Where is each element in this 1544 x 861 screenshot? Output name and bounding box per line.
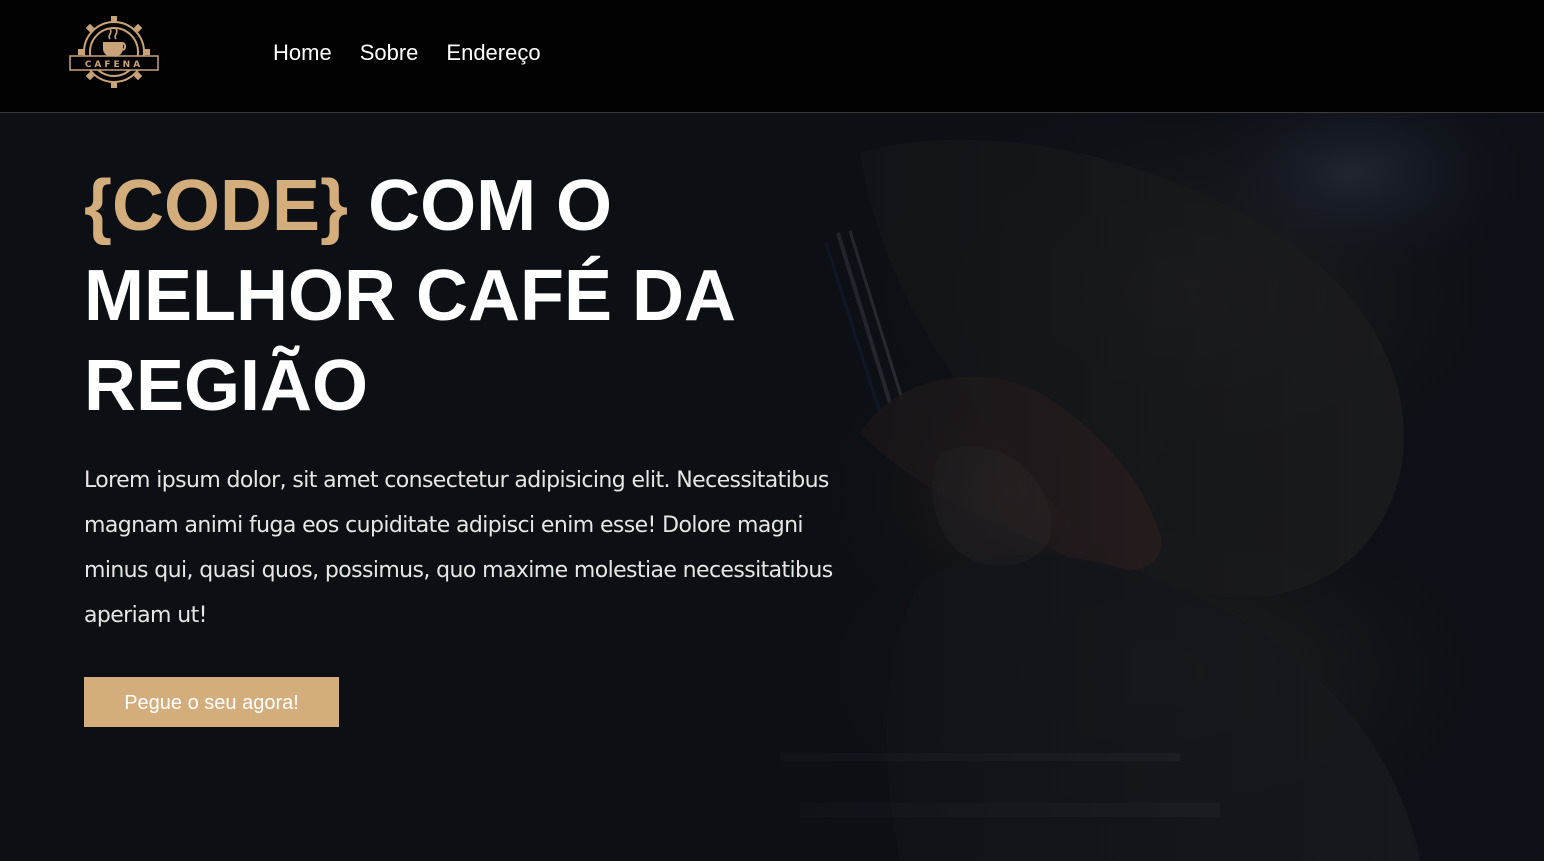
nav-sobre-link[interactable]: Sobre [360,38,419,68]
page: CAFENA Home Sobre Endereço {CODE} COM O … [0,0,1544,861]
site-header: CAFENA Home Sobre Endereço [0,0,1544,113]
hero-title: {CODE} COM O MELHOR CAFÉ DA REGIÃO [84,161,904,431]
cafena-logo[interactable]: CAFENA [66,12,162,92]
cta-button[interactable]: Pegue o seu agora! [84,677,339,727]
svg-text:CAFENA: CAFENA [85,60,143,70]
main-nav: Home Sobre Endereço [273,38,541,68]
coffee-gear-icon: CAFENA [69,16,159,88]
hero-title-accent: {CODE} [84,166,349,246]
hero-section: {CODE} COM O MELHOR CAFÉ DA REGIÃO Lorem… [0,113,1544,861]
hero-content: {CODE} COM O MELHOR CAFÉ DA REGIÃO Lorem… [84,161,904,727]
nav-endereco-link[interactable]: Endereço [446,38,540,68]
hero-description: Lorem ipsum dolor, sit amet consectetur … [84,468,833,628]
nav-home-link[interactable]: Home [273,38,332,68]
